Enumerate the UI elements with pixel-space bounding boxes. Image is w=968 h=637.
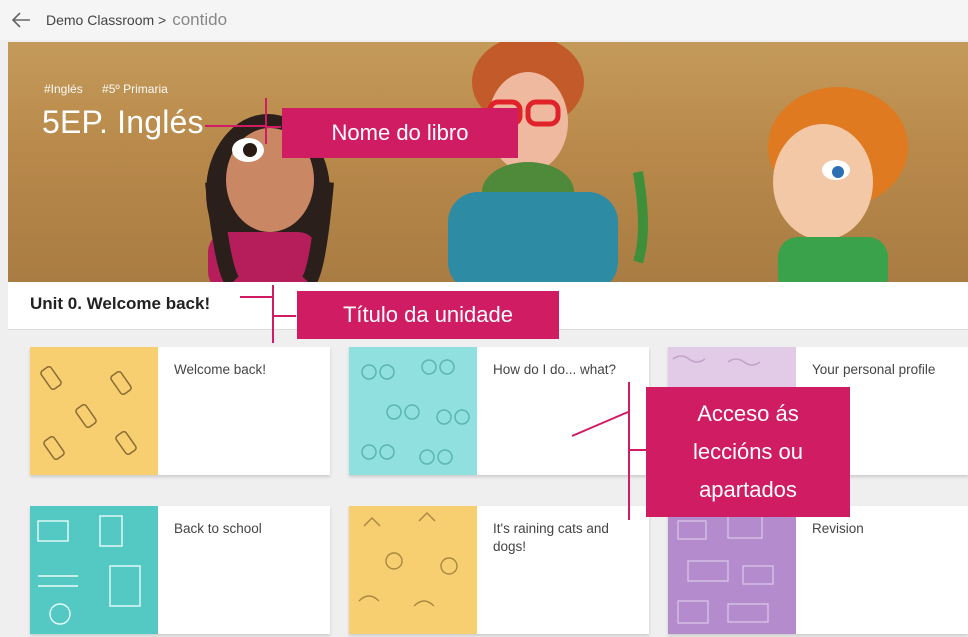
lesson-card[interactable]: It's raining cats and dogs! <box>349 506 649 634</box>
breadcrumb-parent[interactable]: Demo Classroom > <box>46 12 166 28</box>
annotation-connector <box>205 125 267 127</box>
annotation-connector <box>571 411 629 437</box>
callout-text: Título da unidade <box>342 302 514 327</box>
annotation-connector <box>628 382 630 520</box>
book-banner: #Inglés #5º Primaria 5EP. Inglés <box>8 42 968 282</box>
lesson-title: Revision <box>812 521 864 536</box>
lesson-title: It's raining cats and dogs! <box>493 521 609 554</box>
lesson-card[interactable]: Welcome back! <box>30 347 330 475</box>
book-tags: #Inglés #5º Primaria <box>44 82 184 96</box>
tag-language: #Inglés <box>44 82 83 96</box>
callout-text: apartados <box>699 477 797 502</box>
annotation-connector <box>630 449 646 451</box>
annotation-connector <box>240 296 272 298</box>
lesson-thumbnail <box>349 347 477 475</box>
lesson-thumbnail <box>30 506 158 634</box>
lesson-title: Back to school <box>174 521 262 536</box>
lesson-thumbnail <box>668 506 796 634</box>
annotation-connector <box>267 126 281 128</box>
callout-unit-title: Título da unidade <box>297 291 559 339</box>
lesson-thumbnail <box>30 347 158 475</box>
annotation-connector <box>265 98 267 144</box>
tag-grade: #5º Primaria <box>102 82 168 96</box>
breadcrumb-current: contido <box>172 10 228 29</box>
annotation-connector <box>272 285 274 343</box>
annotation-connector <box>274 315 296 317</box>
lesson-card[interactable]: Back to school <box>30 506 330 634</box>
callout-text: Nome do libro <box>331 120 469 145</box>
top-bar: Demo Classroom > contido <box>0 0 968 40</box>
lesson-title: Your personal profile <box>812 362 936 377</box>
back-arrow-icon[interactable] <box>10 10 32 30</box>
callout-text: leccións ou <box>692 439 804 464</box>
callout-access: Acceso ás leccións ou apartados <box>646 387 850 517</box>
lesson-title: Welcome back! <box>174 362 267 377</box>
callout-book-name: Nome do libro <box>282 108 518 158</box>
lesson-card[interactable]: Revision <box>668 506 968 634</box>
book-title: 5EP. Inglés <box>42 104 204 140</box>
callout-text: Acceso ás <box>697 401 799 426</box>
unit-title[interactable]: Unit 0. Welcome back! <box>30 294 210 314</box>
lesson-thumbnail <box>349 506 477 634</box>
banner-illustration <box>205 42 908 282</box>
lesson-title: How do I do... what? <box>493 362 617 377</box>
